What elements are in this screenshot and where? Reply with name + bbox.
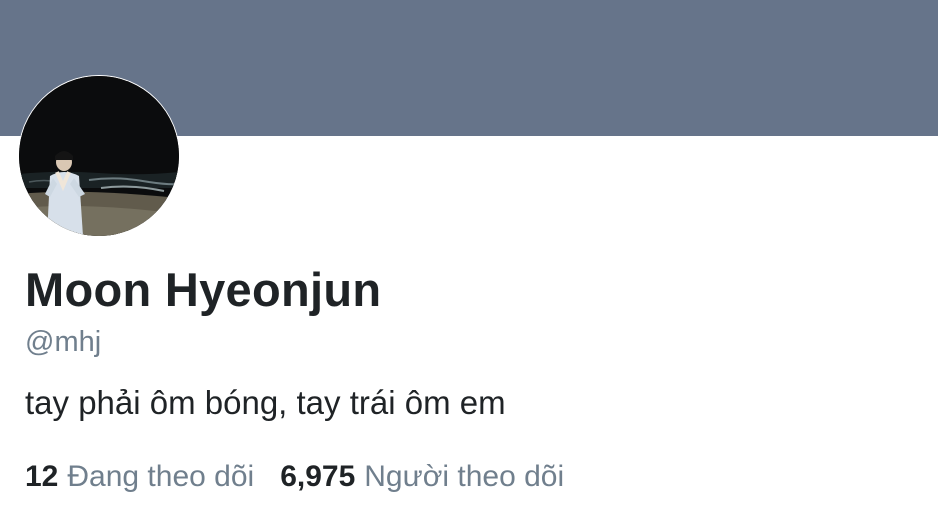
following-link[interactable]: 12 Đang theo dõi (25, 460, 254, 494)
followers-link[interactable]: 6,975 Người theo dõi (280, 460, 564, 494)
follow-stats: 12 Đang theo dõi 6,975 Người theo dõi (25, 460, 564, 494)
following-label: Đang theo dõi (67, 460, 255, 493)
profile-header: Moon Hyeonjun @mhj tay phải ôm bóng, tay… (0, 0, 938, 528)
user-handle: @mhj (25, 326, 102, 358)
followers-label: Người theo dõi (364, 460, 565, 493)
followers-count: 6,975 (280, 460, 356, 493)
profile-bio: tay phải ôm bóng, tay trái ôm em (25, 384, 506, 421)
avatar-photo (19, 76, 179, 236)
following-count: 12 (25, 460, 59, 493)
profile-avatar[interactable] (19, 76, 179, 236)
display-name: Moon Hyeonjun (25, 263, 382, 316)
